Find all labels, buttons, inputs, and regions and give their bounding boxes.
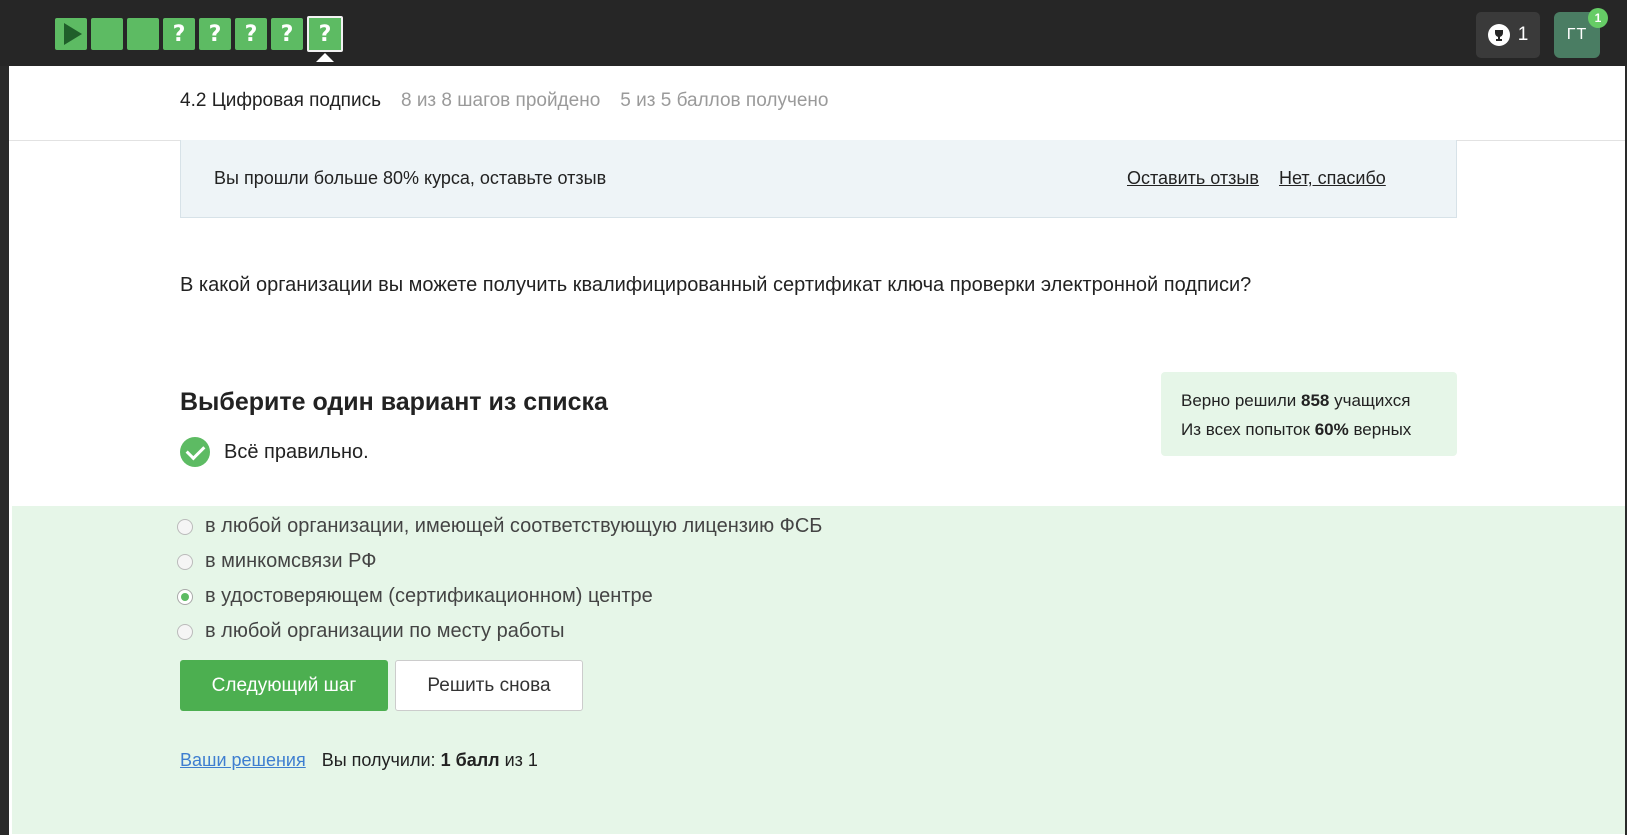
correct-status-text: Всё правильно. — [224, 440, 369, 463]
step-6-quiz[interactable]: ? — [235, 18, 267, 50]
radio-button[interactable] — [177, 623, 193, 640]
step-4-quiz[interactable]: ? — [163, 18, 195, 50]
step-8-quiz-current[interactable]: ? — [307, 16, 343, 62]
question-mark-icon: ? — [244, 21, 258, 47]
option-2[interactable]: в минкомсвязи РФ — [177, 544, 822, 579]
stats-attempts-percent: 60% — [1314, 420, 1349, 439]
notification-badge: 1 — [1588, 8, 1608, 28]
stats-solved-prefix: Верно решили — [1181, 391, 1297, 410]
check-icon — [180, 437, 210, 467]
option-3[interactable]: в удостоверяющем (сертификационном) цент… — [177, 579, 822, 614]
step-5-quiz[interactable]: ? — [199, 18, 231, 50]
step-1-video[interactable] — [55, 18, 87, 50]
achievements-button[interactable]: 1 — [1476, 12, 1540, 58]
next-step-button[interactable]: Следующий шаг — [180, 660, 388, 711]
your-solutions-link[interactable]: Ваши решения — [180, 750, 306, 771]
step-3-text[interactable] — [127, 18, 159, 50]
solve-again-button[interactable]: Решить снова — [395, 660, 583, 711]
trophy-icon — [1487, 24, 1510, 46]
lesson-title[interactable]: 4.2 Цифровая подпись — [180, 90, 381, 112]
radio-button[interactable] — [177, 518, 193, 535]
step-2-text[interactable] — [91, 18, 123, 50]
radio-button[interactable] — [177, 553, 193, 570]
question-mark-icon: ? — [318, 21, 332, 47]
stats-attempts-suffix: верных — [1353, 420, 1412, 439]
lesson-content: 4.2 Цифровая подпись 8 из 8 шагов пройде… — [9, 66, 1625, 835]
option-label: в любой организации по месту работы — [205, 620, 565, 642]
top-navigation-bar: ? ? ? ? ? 1 ГТ 1 — [0, 0, 1627, 66]
stats-solved-count: 858 — [1301, 391, 1330, 410]
stats-solved-suffix: учащихся — [1334, 391, 1411, 410]
stats-solved: Верно решили 858 учащихся — [1181, 386, 1437, 415]
feedback-banner-text: Вы прошли больше 80% курса, оставьте отз… — [214, 168, 607, 188]
feedback-banner: Вы прошли больше 80% курса, оставьте отз… — [180, 140, 1457, 218]
result-row: Ваши решения Вы получили: 1 балл из 1 — [180, 750, 538, 771]
result-prefix: Вы получили: — [321, 750, 436, 770]
result-suffix: из 1 — [504, 750, 538, 770]
result-summary: Вы получили: 1 балл из 1 — [322, 750, 538, 771]
step-navigation: ? ? ? ? ? — [55, 16, 343, 62]
lesson-header: 4.2 Цифровая подпись 8 из 8 шагов пройде… — [180, 90, 828, 112]
achievements-count: 1 — [1517, 24, 1529, 45]
option-label: в любой организации, имеющей соответству… — [205, 515, 823, 537]
correct-status: Всё правильно. — [180, 437, 369, 467]
answer-options: в любой организации, имеющей соответству… — [177, 509, 822, 649]
stats-attempts: Из всех попыток 60% верных — [1181, 415, 1437, 444]
option-label: в удостоверяющем (сертификационном) цент… — [205, 585, 653, 607]
stats-box: Верно решили 858 учащихся Из всех попыто… — [1161, 372, 1457, 456]
result-points: 1 балл — [440, 750, 500, 770]
radio-button-selected[interactable] — [177, 588, 193, 605]
lesson-score: 5 из 5 баллов получено — [620, 90, 829, 111]
question-text: В какой организации вы можете получить к… — [180, 274, 1252, 296]
option-1[interactable]: в любой организации, имеющей соответству… — [177, 509, 822, 544]
question-mark-icon: ? — [208, 21, 222, 47]
lesson-progress: 8 из 8 шагов пройдено — [400, 90, 601, 111]
stats-attempts-prefix: Из всех попыток — [1181, 420, 1310, 439]
leave-review-link[interactable]: Оставить отзыв — [1127, 168, 1259, 189]
no-thanks-link[interactable]: Нет, спасибо — [1279, 168, 1386, 189]
choose-title: Выберите один вариант из списка — [180, 388, 608, 416]
option-label: в минкомсвязи РФ — [205, 550, 377, 572]
play-icon — [64, 23, 82, 45]
step-7-quiz[interactable]: ? — [271, 18, 303, 50]
question-mark-icon: ? — [172, 21, 186, 47]
question-mark-icon: ? — [280, 21, 294, 47]
option-4[interactable]: в любой организации по месту работы — [177, 614, 822, 649]
